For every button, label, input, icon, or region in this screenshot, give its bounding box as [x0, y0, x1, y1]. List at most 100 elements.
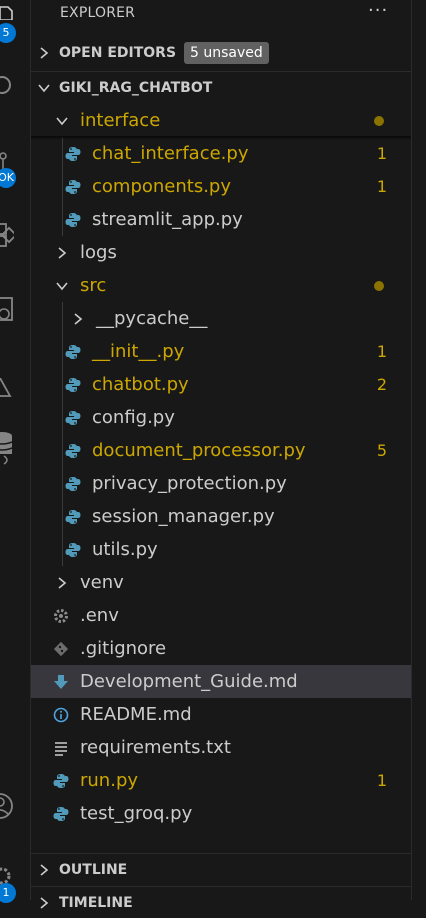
- chevron-right-icon: [74, 312, 83, 325]
- section-divider: [31, 853, 411, 854]
- tree-folder-row[interactable]: src: [31, 269, 411, 302]
- tree-item-label: Development_Guide.md: [80, 671, 298, 692]
- modified-dot-icon: [374, 116, 384, 126]
- testing-icon[interactable]: [0, 378, 14, 400]
- tree-file-row[interactable]: components.py 1: [31, 170, 411, 203]
- tree-file-row[interactable]: Development_Guide.md: [31, 665, 411, 698]
- project-header[interactable]: GIKI_RAG_CHATBOT: [31, 73, 411, 103]
- python-icon: [65, 179, 81, 194]
- tree-item-label: test_groq.py: [80, 803, 193, 824]
- explorer-badge: 5: [0, 23, 16, 43]
- git-icon: [53, 641, 69, 656]
- outline-label: OUTLINE: [59, 862, 128, 878]
- python-icon: [65, 542, 81, 557]
- tree-item-label: config.py: [92, 407, 175, 428]
- tree-folder-row[interactable]: __pycache__: [31, 302, 411, 335]
- explorer-title: EXPLORER: [60, 5, 136, 21]
- tree-file-row[interactable]: chat_interface.py 1: [31, 137, 411, 170]
- tree-item-label: session_manager.py: [92, 506, 275, 527]
- tree-file-row[interactable]: requirements.txt: [31, 731, 411, 764]
- text-file-icon: [55, 741, 67, 756]
- tree-item-label: venv: [80, 572, 124, 593]
- tree-item-label: __pycache__: [96, 308, 208, 329]
- python-icon: [65, 344, 81, 359]
- problem-count-badge: 2: [376, 375, 387, 394]
- info-icon: [53, 707, 69, 722]
- tree-item-label: document_processor.py: [92, 440, 306, 461]
- tree-item-label: __init__.py: [92, 341, 185, 362]
- python-icon: [65, 476, 81, 491]
- tree-item-label: chatbot.py: [92, 374, 189, 395]
- tree-item-label: .env: [80, 605, 119, 626]
- tree-file-row[interactable]: session_manager.py: [31, 500, 411, 533]
- remote-explorer-icon[interactable]: [0, 296, 14, 326]
- tree-file-row[interactable]: privacy_protection.py: [31, 467, 411, 500]
- extensions-icon[interactable]: [0, 222, 14, 252]
- python-icon: [65, 377, 81, 392]
- chevron-right-icon: [58, 576, 67, 589]
- python-icon: [65, 410, 81, 425]
- tree-folder-row[interactable]: logs: [31, 236, 411, 269]
- problem-count-badge: 5: [376, 441, 387, 460]
- tree-file-row[interactable]: document_processor.py 5: [31, 434, 411, 467]
- files-icon[interactable]: [0, 6, 14, 20]
- more-actions-button[interactable]: ···: [368, 0, 388, 26]
- tree-file-row[interactable]: __init__.py 1: [31, 335, 411, 368]
- problem-count-badge: 1: [376, 177, 387, 196]
- timeline-label: TIMELINE: [59, 895, 133, 911]
- python-icon: [65, 146, 81, 161]
- python-icon: [65, 443, 81, 458]
- tree-item-label: components.py: [92, 176, 232, 197]
- tree-item-label: requirements.txt: [80, 737, 231, 758]
- tree-folder-row[interactable]: venv: [31, 566, 411, 599]
- chevron-right-icon: [40, 47, 49, 59]
- section-divider: [31, 886, 411, 887]
- tree-file-row[interactable]: utils.py: [31, 533, 411, 566]
- modified-dot-icon: [374, 281, 384, 291]
- outline-header[interactable]: OUTLINE: [31, 855, 411, 885]
- tree-file-row[interactable]: chatbot.py 2: [31, 368, 411, 401]
- tree-item-label: run.py: [80, 770, 139, 791]
- unsaved-badge: 5 unsaved: [184, 42, 269, 64]
- chevron-right-icon: [40, 864, 49, 876]
- tree-file-row[interactable]: streamlit_app.py: [31, 203, 411, 236]
- tree-file-row[interactable]: run.py 1: [31, 764, 411, 797]
- tree-file-row[interactable]: .env: [31, 599, 411, 632]
- tree-folder-row[interactable]: interface: [31, 104, 411, 137]
- tree-item-label: README.md: [80, 704, 192, 725]
- tree-file-row[interactable]: .gitignore: [31, 632, 411, 665]
- python-icon: [53, 773, 69, 788]
- indent-guide: [62, 137, 63, 236]
- chevron-down-icon: [56, 116, 68, 125]
- problem-count-badge: 1: [376, 144, 387, 163]
- section-divider: [31, 71, 411, 72]
- open-editors-label: OPEN EDITORS: [59, 45, 177, 61]
- database-icon[interactable]: [0, 430, 14, 470]
- tree-item-label: .gitignore: [80, 638, 167, 659]
- python-icon: [65, 509, 81, 524]
- open-editors-header[interactable]: OPEN EDITORS 5 unsaved: [31, 38, 411, 68]
- scrollbar[interactable]: [411, 0, 426, 900]
- indent-guide: [62, 302, 63, 566]
- chevron-down-icon: [38, 84, 50, 93]
- tree-item-label: streamlit_app.py: [92, 209, 243, 230]
- sticky-scroll-shadow: [31, 136, 411, 140]
- python-icon: [53, 806, 69, 821]
- chevron-right-icon: [40, 897, 49, 909]
- tree-item-label: privacy_protection.py: [92, 473, 287, 494]
- explorer-sidebar: EXPLORER ··· OPEN EDITORS 5 unsaved GIKI…: [31, 0, 411, 911]
- timeline-header[interactable]: TIMELINE: [31, 888, 411, 918]
- gear-icon: [54, 608, 68, 623]
- search-icon[interactable]: [0, 76, 14, 98]
- tree-file-row[interactable]: README.md: [31, 698, 411, 731]
- tree-file-row[interactable]: test_groq.py: [31, 797, 411, 830]
- settings-badge: 1: [0, 883, 16, 903]
- chevron-right-icon: [58, 246, 67, 259]
- tree-file-row[interactable]: config.py: [31, 401, 411, 434]
- source-control-badge: OK: [0, 168, 16, 188]
- tree-item-label: interface: [80, 110, 161, 131]
- account-icon[interactable]: [0, 792, 14, 822]
- project-label: GIKI_RAG_CHATBOT: [59, 80, 213, 96]
- markdown-download-icon: [54, 674, 68, 689]
- tree-item-label: chat_interface.py: [92, 143, 249, 164]
